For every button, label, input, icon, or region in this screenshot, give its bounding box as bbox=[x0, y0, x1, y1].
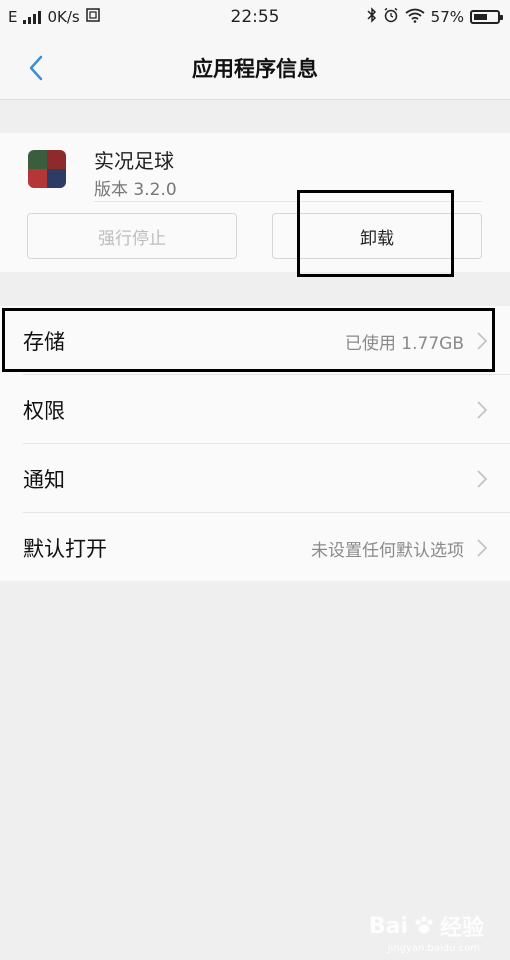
battery-level bbox=[474, 14, 487, 20]
uninstall-button[interactable]: 卸载 bbox=[272, 213, 482, 259]
open-by-default-value: 未设置任何默认选项 bbox=[311, 541, 464, 561]
storage-label: 存储 bbox=[23, 330, 65, 354]
force-stop-button[interactable]: 强行停止 bbox=[27, 213, 237, 259]
notifications-label: 通知 bbox=[23, 468, 65, 492]
permissions-label: 权限 bbox=[23, 399, 65, 423]
wifi-icon bbox=[405, 8, 425, 27]
permissions-row[interactable]: 权限 bbox=[0, 375, 510, 444]
watermark-brand: Bai bbox=[368, 913, 408, 939]
watermark-suffix: 经验 bbox=[439, 916, 484, 941]
app-version: 版本 3.2.0 bbox=[94, 180, 177, 200]
status-bar: E 0K/s 22:55 57% bbox=[0, 0, 510, 36]
chevron-right-icon bbox=[477, 332, 488, 350]
chevron-right-icon bbox=[477, 470, 488, 488]
chevron-right-icon bbox=[477, 539, 488, 557]
watermark-url: jingyan.baidu.com bbox=[387, 943, 480, 954]
settings-list: 存储 已使用 1.77GB 权限 通知 默认打开 未设置任何默认选项 bbox=[0, 306, 510, 581]
page-title: 应用程序信息 bbox=[192, 57, 318, 81]
app-icon bbox=[28, 150, 66, 188]
divider bbox=[94, 201, 482, 202]
status-right: 57% bbox=[367, 7, 503, 27]
chevron-right-icon bbox=[477, 401, 488, 419]
storage-value: 已使用 1.77GB bbox=[344, 334, 464, 354]
title-bar: 应用程序信息 bbox=[0, 36, 510, 100]
storage-row[interactable]: 存储 已使用 1.77GB bbox=[0, 306, 510, 375]
app-name: 实况足球 bbox=[94, 149, 174, 173]
bluetooth-icon bbox=[367, 7, 377, 27]
app-info-card: 实况足球 版本 3.2.0 强行停止 卸载 bbox=[0, 133, 510, 272]
notifications-row[interactable]: 通知 bbox=[0, 444, 510, 513]
open-by-default-label: 默认打开 bbox=[23, 537, 107, 561]
battery-icon bbox=[470, 10, 503, 24]
paw-icon bbox=[415, 916, 433, 934]
battery-percent: 57% bbox=[430, 8, 464, 26]
alarm-icon bbox=[383, 7, 399, 27]
open-by-default-row[interactable]: 默认打开 未设置任何默认选项 bbox=[0, 513, 510, 582]
watermark: Bai 经验 bbox=[369, 910, 484, 942]
